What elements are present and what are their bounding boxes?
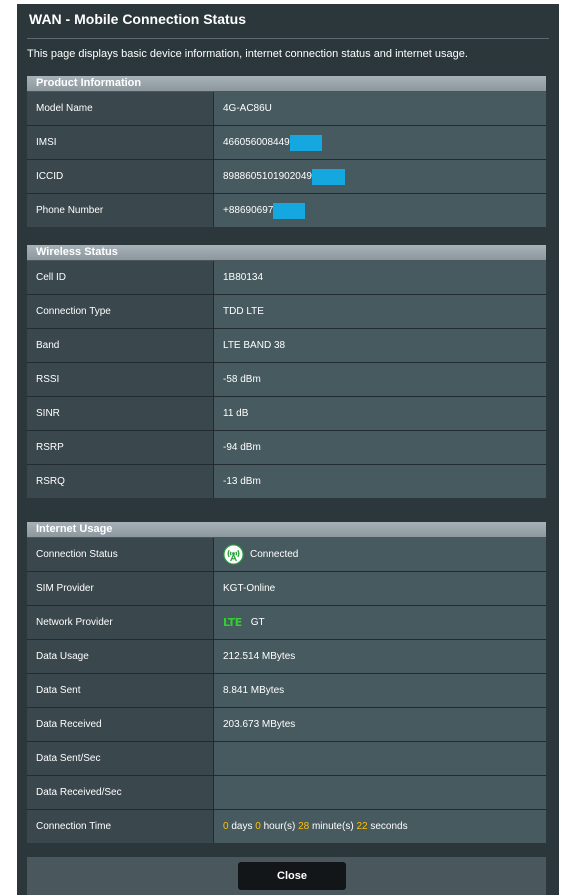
info-row: Data Sent/Sec bbox=[27, 742, 546, 776]
minutes-unit: minute(s) bbox=[311, 821, 354, 832]
info-row: Data Usage 212.514 MBytes bbox=[27, 640, 546, 674]
row-label: Data Received bbox=[27, 708, 214, 741]
row-label: Data Usage bbox=[27, 640, 214, 673]
info-row: RSRQ -13 dBm bbox=[27, 465, 546, 498]
redaction-mask bbox=[311, 168, 345, 185]
row-value-cell: Connected bbox=[214, 538, 546, 571]
info-row: RSRP -94 dBm bbox=[27, 431, 546, 465]
info-row: Data Sent 8.841 MBytes bbox=[27, 674, 546, 708]
row-value: 212.514 MBytes bbox=[214, 640, 546, 673]
internet-usage-section: Internet Usage Connection Status Connect… bbox=[27, 522, 546, 843]
info-row: Data Received/Sec bbox=[27, 776, 546, 810]
title-divider bbox=[27, 38, 549, 39]
row-value: 8.841 MBytes bbox=[214, 674, 546, 707]
row-label: Data Received/Sec bbox=[27, 776, 214, 809]
phone-number-value: +88690697 bbox=[223, 205, 274, 216]
row-value: -58 dBm bbox=[214, 363, 546, 396]
row-value bbox=[214, 776, 546, 809]
row-label: Connection Type bbox=[27, 295, 214, 328]
product-information-section: Product Information Model Name 4G-AC86U … bbox=[27, 76, 546, 227]
info-row: Band LTE BAND 38 bbox=[27, 329, 546, 363]
row-value-cell: 8988605101902049 bbox=[214, 160, 546, 193]
info-row: Cell ID 1B80134 bbox=[27, 261, 546, 295]
info-row: Data Received 203.673 MBytes bbox=[27, 708, 546, 742]
section-header: Wireless Status bbox=[27, 245, 546, 261]
info-row: IMSI 466056008449 bbox=[27, 126, 546, 160]
row-value-cell: LTE GT bbox=[214, 606, 546, 639]
days-unit: days bbox=[231, 821, 253, 832]
imsi-value: 466056008449 bbox=[223, 137, 290, 148]
section-header: Product Information bbox=[27, 76, 546, 92]
days-count: 0 bbox=[223, 821, 229, 832]
row-value-cell: 466056008449 bbox=[214, 126, 546, 159]
dialog-footer: Close bbox=[27, 857, 546, 895]
row-value: -13 dBm bbox=[214, 465, 546, 498]
row-label: Model Name bbox=[27, 92, 214, 125]
row-label: Connection Time bbox=[27, 810, 214, 843]
info-row: Connection Type TDD LTE bbox=[27, 295, 546, 329]
hours-count: 0 bbox=[255, 821, 261, 832]
info-row: ICCID 8988605101902049 bbox=[27, 160, 546, 194]
row-label: SINR bbox=[27, 397, 214, 430]
row-label: Band bbox=[27, 329, 214, 362]
row-label: Phone Number bbox=[27, 194, 214, 227]
seconds-unit: seconds bbox=[370, 821, 408, 832]
info-row: SINR 11 dB bbox=[27, 397, 546, 431]
mobile-connection-status-dialog: WAN - Mobile Connection Status This page… bbox=[17, 4, 559, 895]
row-value: KGT-Online bbox=[214, 572, 546, 605]
info-row: Network Provider LTE GT bbox=[27, 606, 546, 640]
redaction-mask bbox=[289, 134, 322, 151]
row-label: Cell ID bbox=[27, 261, 214, 294]
row-label: SIM Provider bbox=[27, 572, 214, 605]
dialog-title: WAN - Mobile Connection Status bbox=[29, 11, 246, 27]
row-value: LTE BAND 38 bbox=[214, 329, 546, 362]
info-row: SIM Provider KGT-Online bbox=[27, 572, 546, 606]
row-label: IMSI bbox=[27, 126, 214, 159]
connection-time-value: 0 days 0 hour(s) 28 minute(s) 22 seconds bbox=[214, 810, 546, 843]
network-provider-value: GT bbox=[250, 617, 265, 628]
wireless-status-section: Wireless Status Cell ID 1B80134 Connecti… bbox=[27, 245, 546, 498]
row-value-cell: +88690697 bbox=[214, 194, 546, 227]
row-value: 1B80134 bbox=[214, 261, 546, 294]
close-button[interactable]: Close bbox=[238, 862, 346, 890]
row-label: RSRP bbox=[27, 431, 214, 464]
row-value bbox=[214, 742, 546, 775]
row-value: 4G-AC86U bbox=[214, 92, 546, 125]
iccid-value: 8988605101902049 bbox=[223, 171, 312, 182]
info-row: Connection Time 0 days 0 hour(s) 28 minu… bbox=[27, 810, 546, 843]
row-label: RSSI bbox=[27, 363, 214, 396]
info-row: Phone Number +88690697 bbox=[27, 194, 546, 227]
info-row: RSSI -58 dBm bbox=[27, 363, 546, 397]
row-label: RSRQ bbox=[27, 465, 214, 498]
minutes-count: 28 bbox=[298, 821, 310, 832]
lte-icon: LTE bbox=[223, 616, 242, 629]
row-label: Data Sent/Sec bbox=[27, 742, 214, 775]
info-row: Connection Status Connected bbox=[27, 538, 546, 572]
hours-unit: hour(s) bbox=[263, 821, 296, 832]
row-value: -94 dBm bbox=[214, 431, 546, 464]
redaction-mask bbox=[273, 202, 306, 219]
row-label: ICCID bbox=[27, 160, 214, 193]
row-value: 11 dB bbox=[214, 397, 546, 430]
signal-connected-icon bbox=[223, 544, 244, 565]
row-value: 203.673 MBytes bbox=[214, 708, 546, 741]
section-header: Internet Usage bbox=[27, 522, 546, 538]
page-description: This page displays basic device informat… bbox=[27, 48, 468, 60]
info-row: Model Name 4G-AC86U bbox=[27, 92, 546, 126]
row-value: TDD LTE bbox=[214, 295, 546, 328]
connection-status-value: Connected bbox=[250, 549, 299, 560]
seconds-count: 22 bbox=[356, 821, 368, 832]
row-label: Network Provider bbox=[27, 606, 214, 639]
row-label: Data Sent bbox=[27, 674, 214, 707]
row-label: Connection Status bbox=[27, 538, 214, 571]
